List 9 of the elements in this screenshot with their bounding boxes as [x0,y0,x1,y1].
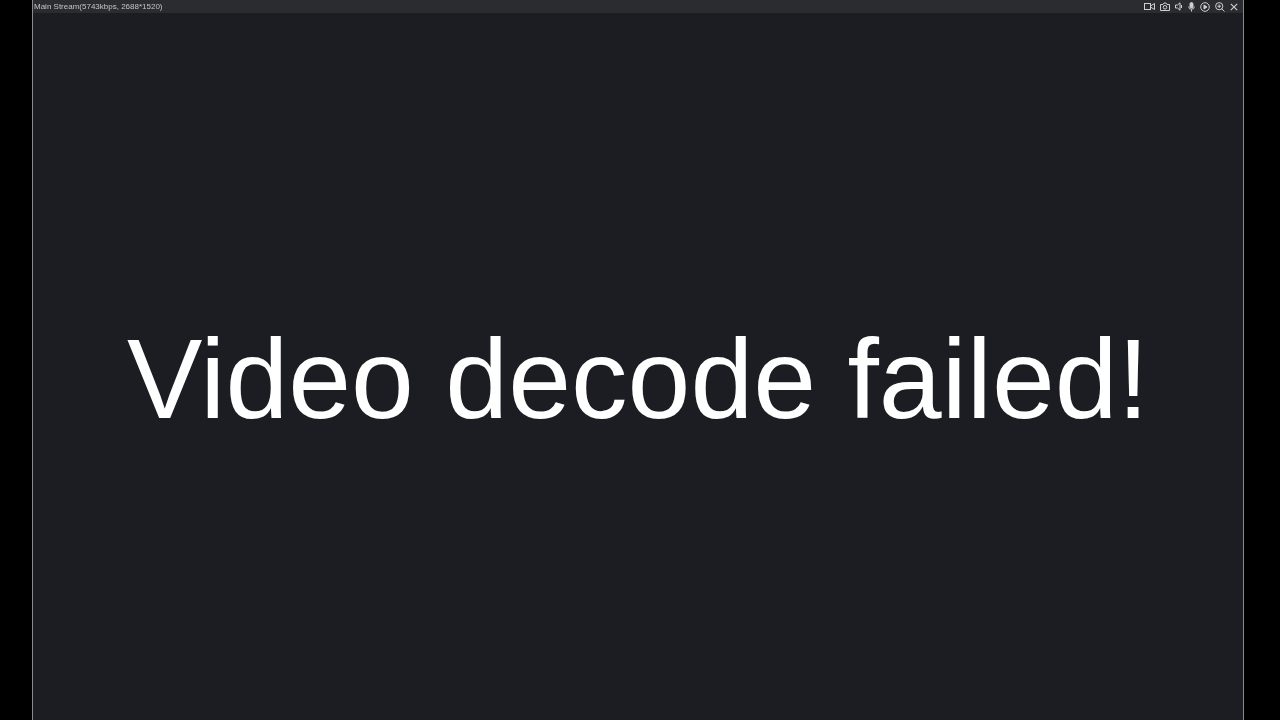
error-message: Video decode failed! [127,323,1149,436]
close-icon[interactable] [1230,2,1238,11]
play-icon[interactable] [1200,1,1210,12]
microphone-icon[interactable] [1188,1,1195,12]
camera-icon[interactable] [1160,2,1170,11]
window-title: Main Stream(5743kbps, 2688*1520) [34,1,164,13]
zoom-in-icon[interactable] [1215,1,1225,12]
speaker-icon[interactable] [1175,2,1183,11]
video-camera-icon[interactable] [1144,2,1155,11]
